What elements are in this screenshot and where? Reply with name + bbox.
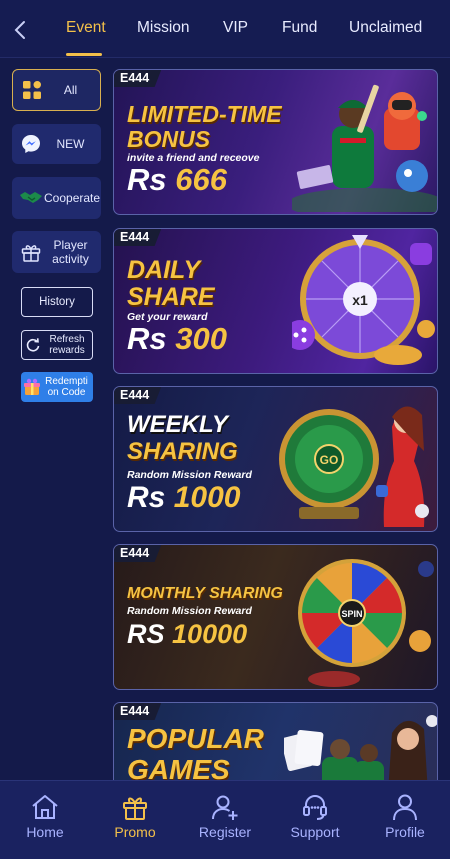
nav-home-label: Home [26, 824, 64, 840]
grid-icon [19, 77, 45, 103]
nav-home[interactable]: Home [5, 793, 85, 840]
banner-weekly-sharing[interactable]: E444 WEEKLY SHARING Random Mission Reward… [113, 386, 438, 532]
sidebar-item-player-activity[interactable]: Player activity [12, 231, 101, 273]
banner-headline: POPULAR GAMES [127, 723, 264, 785]
nav-register[interactable]: Register [185, 793, 265, 840]
banner-daily-share[interactable]: E444 DAILY SHARE Get your reward Rs 300 x… [113, 228, 438, 374]
gift-icon [123, 797, 147, 820]
banner-headline: DAILY SHARE [127, 256, 215, 311]
top-tab-bar: Event Mission VIP Fund Unclaimed [0, 0, 450, 58]
tab-vip[interactable]: VIP [223, 19, 248, 37]
banner-subtitle: Random Mission Reward [127, 469, 252, 481]
sidebar-item-new[interactable]: NEW [12, 124, 101, 164]
refresh-rewards-label: Refresh rewards [49, 334, 85, 356]
gift-icon [18, 239, 44, 265]
banner-popular-games[interactable]: E444 POPULAR GAMES [113, 702, 438, 792]
handshake-icon [18, 185, 44, 211]
home-icon [32, 795, 58, 819]
sidebar-item-label: NEW [56, 137, 85, 151]
refresh-rewards-button[interactable]: Refresh rewards [21, 330, 93, 360]
wheel-center-label: x1 [352, 292, 368, 308]
banner-amount: RS 10000 [127, 619, 248, 649]
back-button[interactable] [8, 18, 32, 42]
sidebar-item-cooperate[interactable]: Cooperate [12, 177, 101, 219]
brand-logo: E444 [114, 703, 162, 720]
nav-support-label: Support [290, 824, 340, 840]
banner-headline: LIMITED-TIME BONUS [127, 101, 282, 152]
banner-headline: WEEKLY SHARING [127, 411, 238, 465]
cricket-player-illustration [292, 84, 437, 212]
spin-wheel-illustration: SPIN [298, 559, 434, 687]
wheel-center-label: GO [320, 453, 339, 467]
redemption-code-button[interactable]: Redempti on Code [21, 372, 93, 402]
banner-headline: MONTHLY SHARING [127, 585, 283, 602]
nav-profile-label: Profile [385, 824, 425, 840]
headset-icon [303, 795, 327, 820]
sidebar-item-all[interactable]: All [12, 69, 101, 111]
tab-unclaimed[interactable]: Unclaimed [349, 19, 422, 37]
wheel-center-label: SPIN [341, 609, 362, 619]
sidebar-item-label: Player activity [52, 238, 89, 266]
nav-support[interactable]: Support [275, 793, 355, 840]
add-user-icon [212, 795, 238, 820]
active-tab-indicator [66, 53, 102, 56]
chevron-left-icon [14, 21, 25, 39]
brand-logo: E444 [114, 387, 162, 404]
tab-event[interactable]: Event [66, 19, 106, 37]
nav-register-label: Register [198, 824, 252, 840]
redemption-code-label: Redempti on Code [45, 376, 88, 398]
brand-logo: E444 [114, 70, 162, 87]
bottom-navigation: Home Promo Register Support Profile [0, 780, 450, 859]
tab-mission[interactable]: Mission [137, 19, 190, 37]
prize-wheel-illustration: x1 [292, 235, 435, 365]
brand-logo: E444 [114, 545, 162, 562]
nav-profile[interactable]: Profile [365, 793, 445, 840]
refresh-icon [26, 338, 40, 352]
banner-amount: Rs 1000 [127, 481, 241, 514]
sidebar-item-label: All [63, 83, 78, 97]
messenger-icon [18, 131, 44, 157]
banner-amount: Rs 300 [127, 321, 227, 356]
profile-icon [393, 794, 417, 821]
history-button[interactable]: History [21, 287, 93, 317]
banner-subtitle: Random Mission Reward [127, 605, 252, 617]
nav-promo-label: Promo [114, 824, 156, 840]
gift-box-icon [24, 378, 40, 395]
roulette-wheel-illustration: GO [279, 406, 429, 527]
history-label: History [39, 296, 75, 308]
banner-monthly-sharing[interactable]: E444 MONTHLY SHARING Random Mission Rewa… [113, 544, 438, 690]
banner-amount: Rs 666 [127, 162, 227, 197]
banner-limited-time-bonus[interactable]: E444 LIMITED-TIME BONUS invite a friend a… [113, 69, 438, 215]
tab-fund[interactable]: Fund [282, 19, 317, 37]
brand-logo: E444 [114, 229, 162, 246]
sidebar-item-label: Cooperate [44, 191, 101, 205]
nav-promo[interactable]: Promo [95, 793, 175, 840]
